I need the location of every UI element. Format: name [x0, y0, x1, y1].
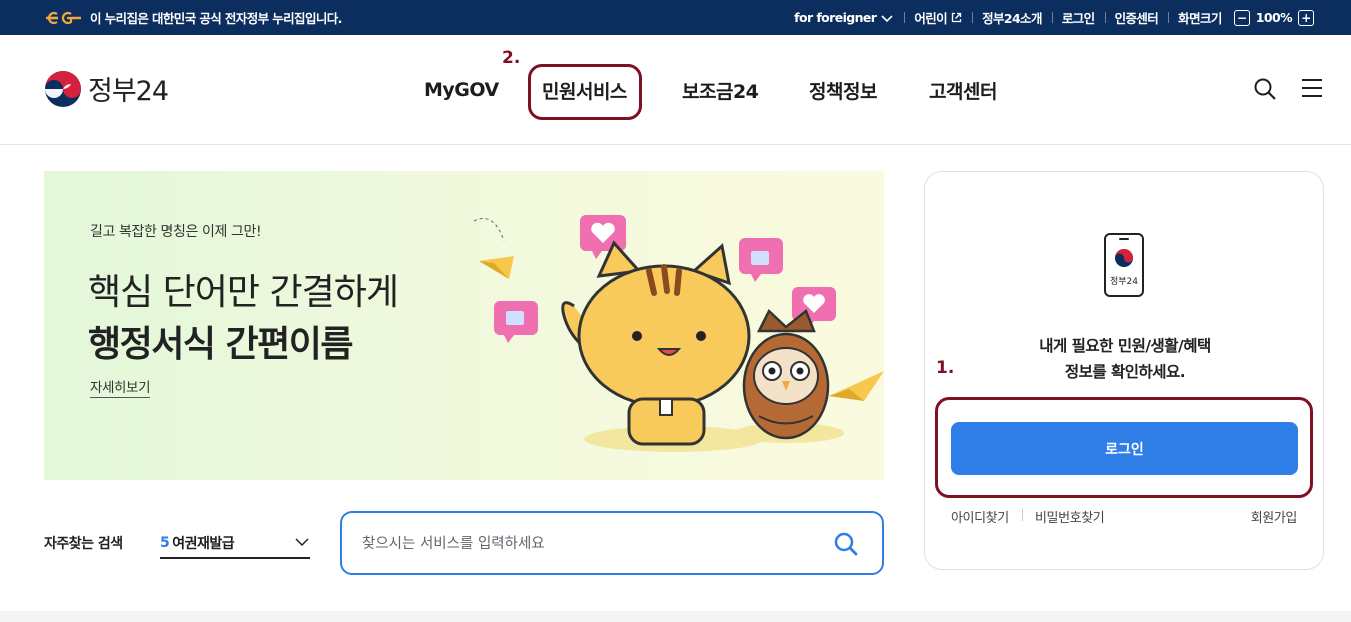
signup-link[interactable]: 회원가입 — [1251, 507, 1298, 526]
site-header: 정부24 MyGOV 민원서비스 보조금24 정책정보 고객센터 — [0, 35, 1351, 145]
popular-search-rank: 5 — [160, 535, 170, 551]
foreigner-link[interactable]: for foreigner — [784, 10, 904, 25]
egov-logo-icon — [46, 11, 81, 24]
zoom-label: 화면크기 — [1178, 11, 1222, 26]
login-message: 내게 필요한 민원/생활/혜택 정보를 확인하세요. — [925, 333, 1325, 385]
taegeuk-logo-icon — [45, 70, 81, 107]
kids-label: 어린이 — [914, 11, 948, 26]
kids-link[interactable]: 어린이 — [904, 8, 972, 27]
nav-policy-info[interactable]: 정책정보 — [809, 68, 877, 112]
menu-icon[interactable] — [1301, 77, 1323, 99]
cert-center-link[interactable]: 인증센터 — [1104, 8, 1169, 27]
banner-subtitle: 길고 복잡한 명칭은 이제 그만! — [90, 224, 262, 240]
promo-banner[interactable]: 길고 복잡한 명칭은 이제 그만! 핵심 단어만 간결하게 행정서식 간편이름 … — [44, 171, 884, 480]
section-divider — [0, 611, 1351, 622]
thumbs-up-bubble-icon — [739, 238, 783, 282]
search-icon[interactable] — [834, 532, 858, 556]
about-link[interactable]: 정부24소개 — [972, 8, 1052, 27]
zoom-value: 100% — [1255, 10, 1293, 25]
zoom-control: 화면크기 − 100% + — [1168, 8, 1324, 27]
owl-mascot-illustration — [742, 308, 830, 440]
about-label: 정부24소개 — [982, 11, 1042, 26]
popular-search-keyword: 여권재발급 — [172, 536, 235, 552]
top-login-label: 로그인 — [1061, 11, 1095, 26]
annotation-step-1-box — [935, 397, 1313, 498]
banner-illustration — [473, 215, 884, 452]
site-logo[interactable]: 정부24 — [44, 69, 169, 108]
login-panel: 정부24 내게 필요한 민원/생활/혜택 정보를 확인하세요. 로그인 아이디찾… — [924, 171, 1324, 570]
chevron-down-icon — [881, 14, 893, 22]
search-icon[interactable] — [1253, 77, 1277, 101]
utility-links: for foreigner 어린이 정부24소개 로그인 인증센터 화면크기 −… — [784, 0, 1324, 35]
external-link-icon — [951, 12, 962, 23]
nav-customer-center[interactable]: 고객센터 — [929, 68, 997, 112]
cat-mascot-illustration — [561, 240, 751, 446]
mobile-id-label: 정부24 — [1109, 277, 1138, 287]
annotation-step-2-box — [528, 64, 642, 120]
nav-subsidy24[interactable]: 보조금24 — [682, 68, 759, 112]
cert-center-label: 인증센터 — [1114, 11, 1159, 26]
login-message-line1: 내게 필요한 민원/생활/혜택 — [1039, 337, 1211, 355]
annotation-step-2-label: 2. — [502, 48, 521, 68]
find-password-link[interactable]: 비밀번호찾기 — [1035, 507, 1105, 526]
search-area: 자주찾는 검색 5 여권재발급 — [44, 511, 884, 575]
service-search-box — [340, 511, 884, 575]
find-id-link[interactable]: 아이디찾기 — [951, 507, 1009, 526]
link-divider — [1022, 509, 1023, 521]
gov-notice: 이 누리집은 대한민국 공식 전자정부 누리집입니다. — [44, 0, 342, 35]
popular-search-label: 자주찾는 검색 — [44, 536, 123, 552]
logo-text: 정부24 — [88, 76, 169, 107]
foreigner-label: for foreigner — [794, 10, 877, 25]
popular-search-dropdown[interactable]: 5 여권재발급 — [160, 529, 310, 559]
banner-title-line2: 행정서식 간편이름 — [88, 324, 354, 365]
gov-notice-text: 이 누리집은 대한민국 공식 전자정부 누리집입니다. — [90, 11, 342, 26]
paper-plane-icon — [473, 218, 514, 279]
chevron-down-icon — [295, 538, 309, 547]
annotation-step-1-label: 1. — [936, 358, 955, 378]
top-login-link[interactable]: 로그인 — [1051, 8, 1105, 27]
login-message-line2: 정보를 확인하세요. — [1064, 363, 1186, 381]
top-utility-bar: 이 누리집은 대한민국 공식 전자정부 누리집입니다. for foreigne… — [0, 0, 1351, 35]
service-search-input[interactable] — [362, 531, 812, 557]
nav-mygov[interactable]: MyGOV — [424, 68, 499, 112]
paper-plane-icon — [829, 371, 884, 401]
banner-more-link[interactable]: 자세히보기 — [90, 376, 151, 398]
zoom-in-button[interactable]: + — [1298, 9, 1314, 26]
banner-title-line1: 핵심 단어만 간결하게 — [88, 272, 399, 313]
thumbs-up-bubble-icon — [494, 301, 538, 343]
mobile-id-icon — [1104, 233, 1144, 297]
zoom-out-button[interactable]: − — [1233, 9, 1250, 26]
